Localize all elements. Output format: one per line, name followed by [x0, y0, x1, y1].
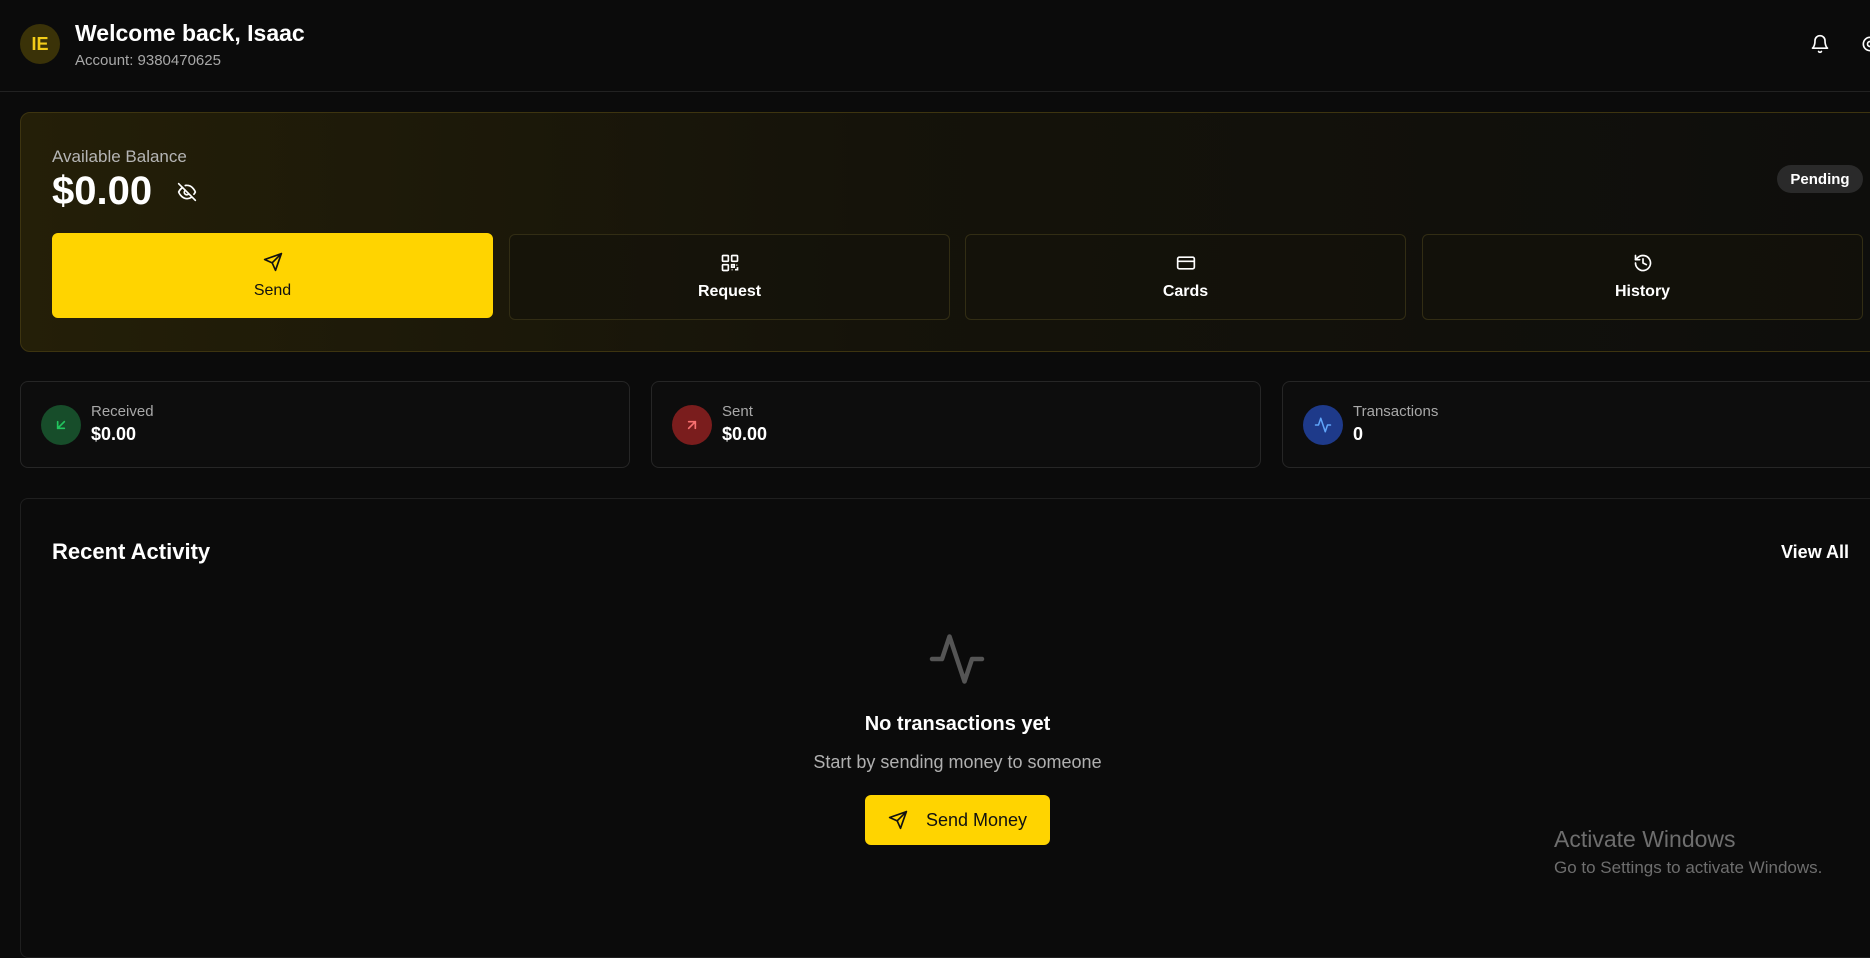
bell-icon[interactable] [1810, 33, 1830, 55]
activity-icon [1303, 405, 1343, 445]
status-badge: Pending [1777, 165, 1863, 193]
sent-label: Sent [722, 403, 753, 420]
request-label: Request [698, 283, 761, 301]
balance-label: Available Balance [52, 147, 187, 167]
empty-state-title: No transactions yet [21, 713, 1870, 736]
view-all-link[interactable]: View All [1781, 542, 1849, 563]
balance-card: Available Balance $0.00 Pending Send Req… [20, 112, 1870, 352]
empty-state-subtitle: Start by sending money to someone [21, 752, 1870, 773]
welcome-title: Welcome back, Isaac [75, 20, 305, 47]
activity-icon [927, 629, 987, 689]
card-icon [1176, 253, 1196, 273]
top-header: IE Welcome back, Isaac Account: 93804706… [0, 0, 1870, 92]
transactions-label: Transactions [1353, 403, 1438, 420]
transactions-card: Transactions 0 [1282, 381, 1870, 468]
history-icon [1633, 253, 1653, 273]
send-button[interactable]: Send [52, 233, 493, 318]
recent-activity-title: Recent Activity [52, 539, 210, 565]
cards-label: Cards [1163, 283, 1208, 301]
recent-activity-panel: Recent Activity View All No transactions… [20, 498, 1870, 958]
activate-windows-subtitle: Go to Settings to activate Windows. [1554, 858, 1822, 878]
eye-off-icon[interactable] [177, 182, 197, 202]
send-icon [888, 810, 908, 830]
account-number: Account: 9380470625 [75, 52, 221, 69]
send-money-label: Send Money [926, 810, 1027, 831]
transactions-value: 0 [1353, 424, 1363, 445]
qr-code-icon [720, 253, 740, 273]
received-card: Received $0.00 [20, 381, 630, 468]
sent-card: Sent $0.00 [651, 381, 1261, 468]
request-button[interactable]: Request [509, 234, 950, 320]
received-label: Received [91, 403, 154, 420]
send-money-button[interactable]: Send Money [865, 795, 1050, 845]
sent-value: $0.00 [722, 424, 767, 445]
arrow-up-right-icon [672, 405, 712, 445]
avatar[interactable]: IE [20, 24, 60, 64]
history-label: History [1615, 283, 1670, 301]
history-button[interactable]: History [1422, 234, 1863, 320]
received-value: $0.00 [91, 424, 136, 445]
cards-button[interactable]: Cards [965, 234, 1406, 320]
settings-icon[interactable] [1860, 33, 1870, 55]
activate-windows-title: Activate Windows [1554, 826, 1736, 853]
send-label: Send [254, 282, 291, 300]
balance-amount: $0.00 [52, 169, 152, 213]
send-icon [263, 252, 283, 272]
arrow-down-left-icon [41, 405, 81, 445]
